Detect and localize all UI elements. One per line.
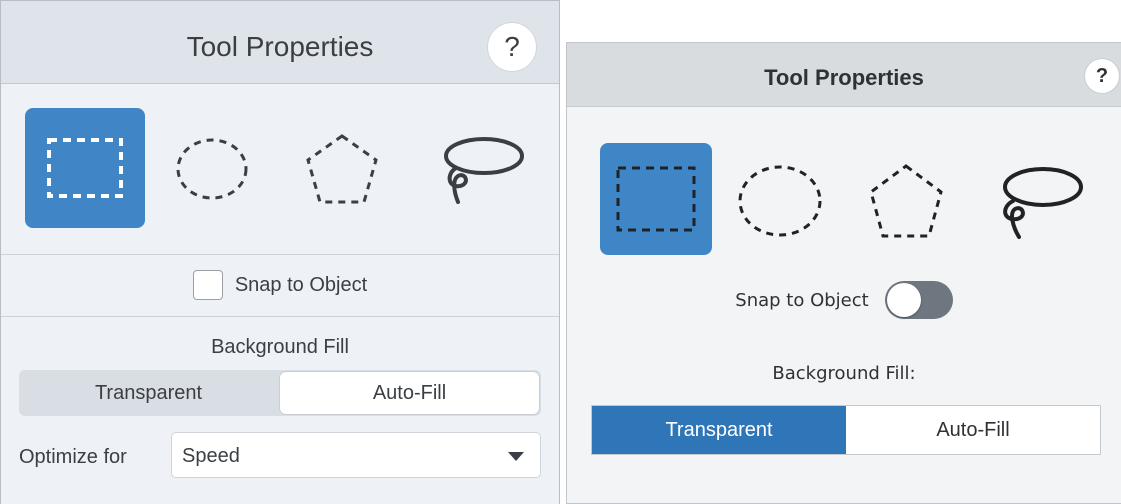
tool-properties-panel-right: Tool Properties ? Snap to Object Backgro…	[566, 42, 1121, 504]
lasso-icon	[444, 137, 524, 204]
background-fill-transparent-option[interactable]: Transparent	[19, 370, 278, 416]
tool-properties-panel-left: Tool Properties ? Snap to Object Backgro…	[0, 0, 560, 504]
polygon-select-icon	[869, 164, 943, 238]
snap-to-object-label[interactable]: Snap to Object	[235, 274, 367, 297]
polygon-select-tool[interactable]	[863, 159, 949, 243]
snap-to-object-row: Snap to Object	[1, 270, 559, 300]
snap-to-object-toggle[interactable]	[884, 281, 953, 319]
lasso-icon	[1003, 167, 1083, 239]
background-fill-segmented-control: Transparent Auto-Fill	[591, 405, 1101, 455]
optimize-for-dropdown[interactable]: Speed	[171, 432, 541, 478]
snap-to-object-checkbox[interactable]	[192, 270, 223, 300]
panel-title: Tool Properties	[764, 65, 924, 90]
help-button[interactable]: ?	[1085, 59, 1119, 93]
rectangle-select-icon	[47, 138, 123, 198]
help-button[interactable]: ?	[488, 23, 536, 71]
optimize-for-value: Speed	[182, 445, 240, 467]
divider	[1, 254, 559, 255]
background-fill-heading: Background Fill	[211, 336, 349, 358]
polygon-select-tool[interactable]	[297, 124, 387, 214]
panel-header: Tool Properties ?	[1, 0, 559, 84]
ellipse-select-icon	[176, 138, 248, 200]
optimize-for-label: Optimize for	[19, 446, 127, 468]
selection-tools	[1, 84, 559, 254]
background-fill-segmented-control: Transparent Auto-Fill	[19, 370, 541, 416]
rectangle-select-icon	[616, 166, 696, 232]
lasso-select-tool[interactable]	[987, 159, 1087, 243]
background-fill-heading: Background Fill:	[772, 363, 916, 384]
chevron-down-icon	[508, 452, 524, 461]
ellipse-select-tool[interactable]	[735, 161, 825, 241]
toggle-knob	[886, 283, 921, 317]
background-fill-autofill-option[interactable]: Auto-Fill	[280, 372, 539, 414]
rectangle-select-tool[interactable]	[600, 143, 712, 255]
background-fill-transparent-option[interactable]: Transparent	[592, 406, 846, 454]
divider	[1, 316, 559, 317]
lasso-select-tool[interactable]	[425, 124, 535, 214]
background-fill-autofill-option[interactable]: Auto-Fill	[846, 406, 1100, 454]
polygon-select-icon	[306, 134, 378, 204]
rectangle-select-tool[interactable]	[25, 108, 145, 228]
snap-to-object-row: Snap to Object	[567, 281, 1121, 319]
panel-title: Tool Properties	[186, 31, 374, 62]
snap-to-object-label: Snap to Object	[735, 289, 869, 311]
ellipse-select-icon	[738, 165, 822, 237]
panel-header: Tool Properties ?	[567, 43, 1121, 107]
ellipse-select-tool[interactable]	[167, 124, 257, 214]
